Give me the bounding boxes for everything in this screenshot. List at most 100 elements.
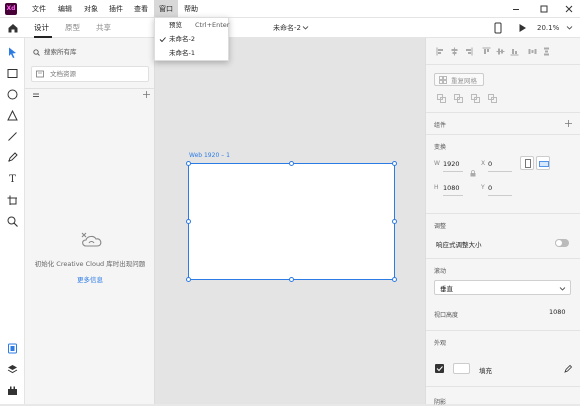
device-preview-icon[interactable] [493, 22, 503, 34]
menu-item-preview[interactable]: 预览 Ctrl+Enter [155, 19, 230, 32]
artboard-label[interactable]: Web 1920 – 1 [189, 152, 230, 159]
divider [426, 213, 580, 214]
menu-object[interactable]: 对象 [84, 0, 98, 18]
ellipse-tool-icon[interactable] [6, 88, 19, 101]
menu-plugins[interactable]: 插件 [109, 0, 123, 18]
add-library-icon[interactable] [142, 90, 151, 99]
boolean-subtract-icon[interactable] [454, 94, 463, 103]
select-tool-icon[interactable] [6, 46, 19, 59]
shadow-section-label: 阴影 [434, 399, 447, 406]
boolean-add-icon[interactable] [437, 94, 446, 103]
app-logo: Xd [5, 3, 17, 15]
divider [426, 64, 580, 65]
add-component-icon[interactable] [564, 119, 573, 128]
menu-file[interactable]: 文件 [32, 0, 46, 18]
tab-share[interactable]: 共享 [96, 18, 111, 38]
play-icon[interactable] [518, 23, 527, 33]
line-tool-icon[interactable] [6, 130, 19, 143]
menu-edit[interactable]: 编辑 [58, 0, 72, 18]
fill-checkbox[interactable] [435, 364, 444, 373]
zoom-level[interactable]: 20.1% [537, 18, 559, 38]
responsive-resize-toggle[interactable] [555, 239, 569, 247]
plugins-panel-icon[interactable] [6, 384, 19, 397]
distribute-horizontal-icon[interactable] [528, 47, 537, 56]
pen-tool-icon[interactable] [6, 151, 19, 164]
viewport-height-value[interactable]: 1080 [549, 308, 566, 316]
chevron-down-icon[interactable] [302, 24, 309, 31]
align-right-icon[interactable] [464, 47, 473, 56]
artboard[interactable] [186, 161, 397, 282]
width-value[interactable]: 1920 [443, 160, 460, 168]
canvas[interactable]: Web 1920 – 1 [155, 38, 425, 404]
resize-handle-top-left[interactable] [186, 161, 191, 166]
scroll-dropdown-value: 垂直 [440, 285, 453, 293]
menu-view[interactable]: 查看 [134, 0, 148, 18]
resize-handle-bottom-left[interactable] [186, 277, 191, 282]
repeat-grid-icon [439, 76, 447, 84]
more-info-link[interactable]: 更多信息 [25, 274, 155, 284]
x-underline [488, 171, 512, 172]
align-bottom-icon[interactable] [510, 47, 519, 56]
align-left-icon[interactable] [436, 47, 445, 56]
polygon-tool-icon[interactable] [6, 109, 19, 122]
layers-panel-icon[interactable] [6, 363, 19, 376]
document-assets-label: 文档资源 [50, 70, 76, 78]
components-section-label: 组件 [434, 122, 447, 129]
close-icon[interactable] [563, 3, 575, 15]
x-value[interactable]: 0 [488, 160, 492, 168]
repeat-grid-button[interactable]: 重复网格 [434, 73, 484, 86]
landscape-orientation-button[interactable] [536, 156, 550, 170]
menu-window[interactable]: 窗口 [154, 0, 178, 18]
minimize-icon[interactable] [510, 3, 522, 15]
maximize-icon[interactable] [538, 3, 550, 15]
scroll-section-label: 滚动 [434, 268, 447, 275]
align-top-icon[interactable] [482, 47, 491, 56]
y-value[interactable]: 0 [488, 184, 492, 192]
distribute-vertical-icon[interactable] [542, 47, 551, 56]
portrait-orientation-button[interactable] [520, 156, 534, 170]
library-search[interactable]: 搜索所有库 [31, 46, 149, 58]
height-value[interactable]: 1080 [443, 184, 460, 192]
libraries-panel-icon[interactable] [6, 342, 19, 355]
resize-handle-bottom-right[interactable] [392, 277, 397, 282]
menu-item-doc-1-label: 未命名-1 [169, 49, 195, 57]
document-assets-item[interactable]: 文档资源 [31, 66, 149, 82]
document-title[interactable]: 未命名-2 [273, 18, 301, 38]
menu-item-doc-1[interactable]: 未命名-1 [155, 47, 230, 60]
zoom-chevron-icon[interactable] [566, 24, 573, 31]
resize-handle-bottom[interactable] [289, 277, 294, 282]
boolean-exclude-icon[interactable] [488, 94, 497, 103]
eyedropper-icon[interactable] [564, 364, 573, 373]
height-label: H [434, 184, 439, 191]
artboard-tool-icon[interactable] [6, 194, 19, 207]
library-panel: 搜索所有库 文档资源 初始化 Creative Cloud 库时出现问题 更多信… [25, 38, 155, 404]
creative-cloud-icon [76, 229, 104, 249]
scroll-dropdown[interactable]: 垂直 [434, 280, 571, 295]
menu-help[interactable]: 帮助 [184, 0, 198, 18]
divider [426, 386, 580, 387]
resize-handle-right[interactable] [392, 219, 397, 224]
align-center-icon[interactable] [450, 47, 459, 56]
divider [25, 88, 155, 89]
zoom-tool-icon[interactable] [6, 215, 19, 228]
rectangle-tool-icon[interactable] [6, 67, 19, 80]
portrait-icon [525, 159, 531, 168]
home-icon[interactable] [7, 22, 19, 34]
lock-aspect-icon[interactable] [470, 170, 476, 177]
tab-design[interactable]: 设计 [34, 18, 49, 38]
menu-item-doc-2[interactable]: 未命名-2 [155, 33, 230, 46]
resize-handle-left[interactable] [186, 219, 191, 224]
fill-color-swatch[interactable] [453, 363, 470, 374]
landscape-icon [539, 161, 549, 167]
resize-handle-top[interactable] [289, 161, 294, 166]
responsive-resize-label: 响应式调整大小 [436, 241, 482, 249]
resize-handle-top-right[interactable] [392, 161, 397, 166]
menu-item-doc-2-label: 未命名-2 [169, 35, 195, 43]
text-tool-icon[interactable]: T [6, 173, 19, 186]
search-icon [33, 49, 40, 56]
height-underline [443, 195, 463, 196]
boolean-intersect-icon[interactable] [471, 94, 480, 103]
tab-prototype[interactable]: 原型 [65, 18, 80, 38]
align-middle-icon[interactable] [496, 47, 505, 56]
library-list-icon[interactable] [32, 92, 40, 99]
